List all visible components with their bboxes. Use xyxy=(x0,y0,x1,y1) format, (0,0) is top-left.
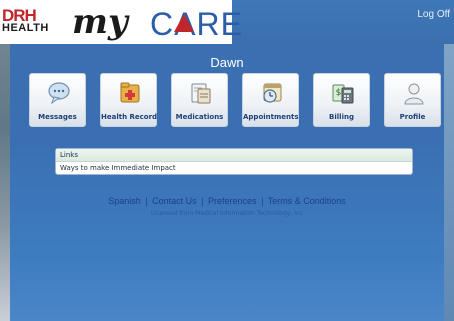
logo-my-text: my xyxy=(72,2,128,42)
logo[interactable]: DRH HEALTH my CARE xyxy=(0,0,242,44)
tile-billing[interactable]: $ Billing xyxy=(313,73,370,127)
footer-link-contact-us[interactable]: Contact Us xyxy=(152,196,197,206)
footer-link-spanish[interactable]: Spanish xyxy=(108,196,141,206)
logo-care-text: CARE xyxy=(150,6,243,42)
left-edge xyxy=(0,0,10,321)
footer-link-preferences[interactable]: Preferences xyxy=(208,196,257,206)
footer-links: Spanish | Contact Us | Preferences | Ter… xyxy=(0,196,454,206)
calendar-clock-icon xyxy=(263,83,282,103)
link-item[interactable]: Ways to make Immediate Impact xyxy=(56,162,412,175)
footer-link-terms[interactable]: Terms & Conditions xyxy=(268,196,346,206)
footer-separator: | xyxy=(201,196,204,206)
speech-bubble-icon xyxy=(48,82,70,105)
links-header: Links xyxy=(56,149,412,162)
calculator-icon: $ xyxy=(332,84,354,104)
tile-appointments[interactable]: Appointments xyxy=(242,73,299,127)
person-icon xyxy=(404,83,424,105)
tile-messages-label: Messages xyxy=(38,113,77,121)
tile-health-record[interactable]: Health Record xyxy=(100,73,157,127)
header-bar: DRH HEALTH my CARE Log Off xyxy=(0,0,454,44)
footer-separator: | xyxy=(261,196,264,206)
tile-profile-label: Profile xyxy=(399,113,426,121)
tile-billing-label: Billing xyxy=(329,113,354,121)
logo-health-text: HEALTH xyxy=(2,22,49,34)
user-name: Dawn xyxy=(210,55,244,70)
logo-triangle-icon xyxy=(174,14,194,32)
tile-medications[interactable]: Medications xyxy=(171,73,228,127)
tile-health-record-label: Health Record xyxy=(101,113,158,121)
tile-profile[interactable]: Profile xyxy=(384,73,441,127)
links-panel: Links Ways to make Immediate Impact xyxy=(55,148,413,175)
prescription-icon xyxy=(191,83,211,104)
right-edge xyxy=(444,40,454,321)
footer-separator: | xyxy=(145,196,148,206)
medical-folder-icon xyxy=(120,82,140,103)
tile-messages[interactable]: Messages xyxy=(29,73,86,127)
logoff-link[interactable]: Log Off xyxy=(417,9,450,20)
tile-appointments-label: Appointments xyxy=(243,113,299,121)
tile-medications-label: Medications xyxy=(175,113,224,121)
nav-tiles: Messages Health Record Medications Appoi… xyxy=(29,73,441,127)
license-text: Licensed from Medical Information Techno… xyxy=(150,210,304,217)
svg-text:$: $ xyxy=(336,88,342,98)
